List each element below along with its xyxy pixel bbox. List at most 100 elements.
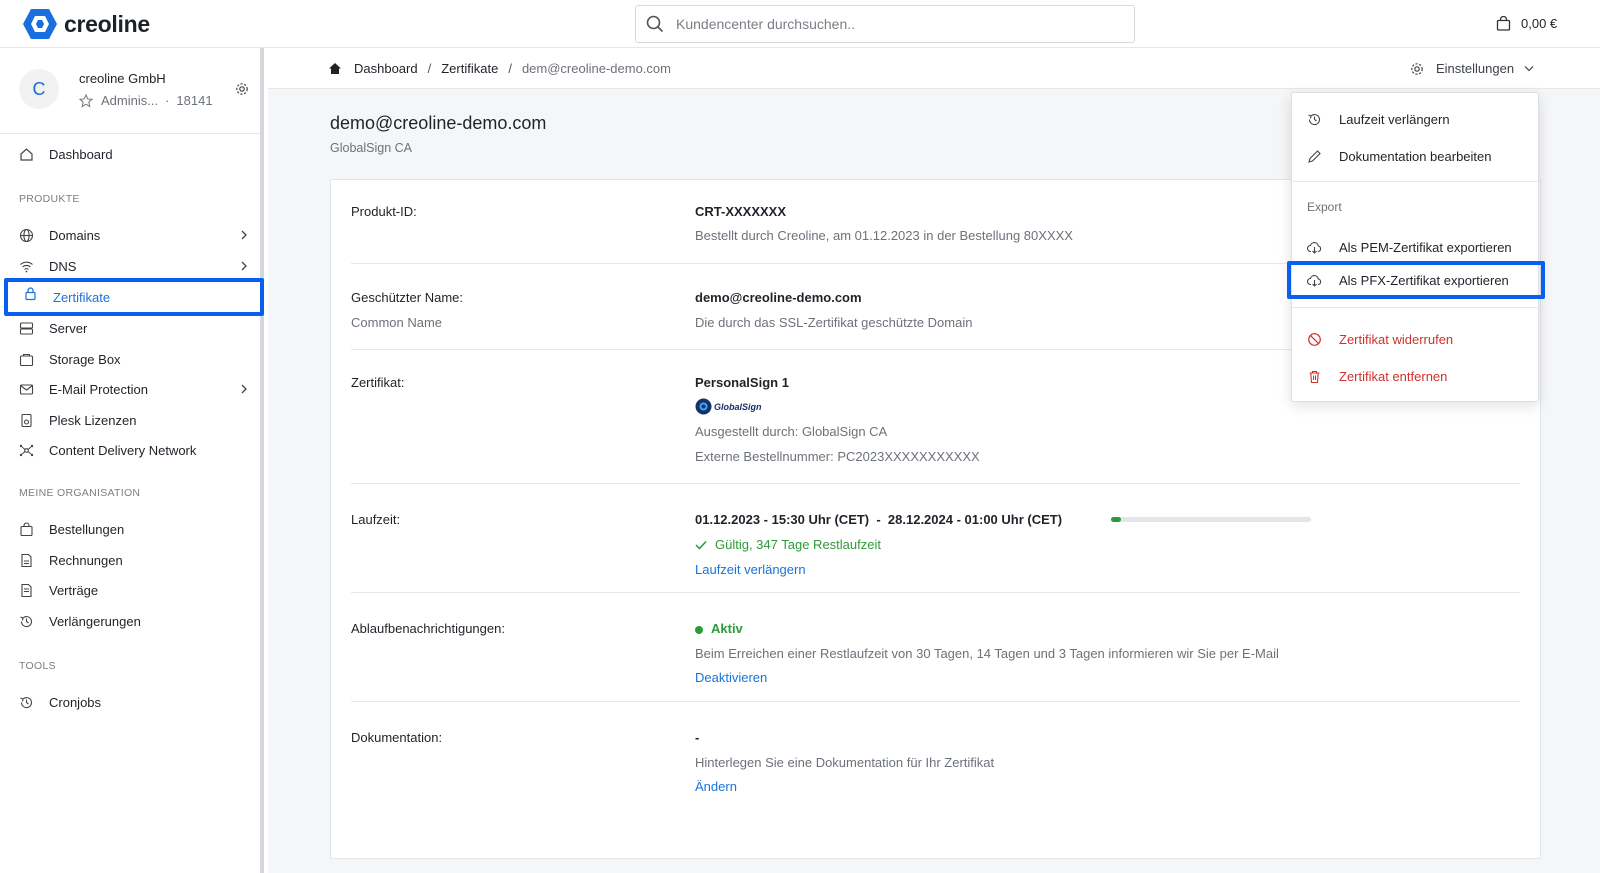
sidebar-item-label: Content Delivery Network — [49, 442, 197, 458]
organization-role: Adminis... — [101, 93, 159, 108]
sidebar-item-label: Bestellungen — [49, 521, 125, 537]
product-id-label: Produkt-ID: — [351, 204, 417, 219]
organization-number: 18141 — [176, 93, 213, 108]
sidebar-item-domains[interactable]: Domains — [0, 220, 260, 250]
breadcrumb-dashboard[interactable]: Dashboard — [354, 61, 418, 76]
ordered-by-text: Bestellt durch Creoline, am 01.12.2023 i… — [695, 228, 1073, 243]
sidebar-item-verlaengerungen[interactable]: Verlängerungen — [0, 606, 260, 636]
documentation-desc: Hinterlegen Sie eine Dokumentation für I… — [695, 755, 995, 770]
sidebar-item-label: E-Mail Protection — [49, 381, 148, 397]
sidebar-item-label: Zertifikate — [53, 289, 111, 305]
menu-item-export-pfx[interactable]: Als PFX-Zertifikat exportieren — [1287, 261, 1545, 299]
runtime-progress-bar — [1111, 517, 1311, 522]
chevron-down-icon — [1524, 66, 1534, 72]
organization-card: C creoline GmbH Adminis... · 18141 — [0, 48, 260, 134]
menu-item-label: Zertifikat entfernen — [1339, 368, 1448, 384]
top-bar: creoline 0,00 € — [0, 0, 1600, 48]
invoice-icon — [21, 553, 32, 568]
sidebar-item-vertraege[interactable]: Verträge — [0, 575, 260, 605]
sidebar-item-zertifikate[interactable]: Zertifikate — [4, 278, 264, 316]
expiry-deactivate-link[interactable]: Deaktivieren — [695, 670, 767, 685]
runtime-progress-fill — [1111, 517, 1121, 522]
status-dot — [695, 625, 703, 634]
settings-dropdown-button[interactable]: Einstellungen — [1410, 61, 1534, 76]
check-icon — [695, 540, 707, 550]
sidebar-item-server[interactable]: Server — [0, 313, 260, 343]
contract-icon — [21, 583, 32, 598]
sidebar-item-dashboard[interactable]: Dashboard — [0, 139, 260, 169]
breadcrumb: Dashboard / Zertifikate / dem@creoline-d… — [328, 61, 671, 76]
breadcrumb-separator: / — [427, 61, 432, 76]
sidebar-item-cronjobs[interactable]: Cronjobs — [0, 687, 260, 717]
sidebar-item-cdn[interactable]: Content Delivery Network — [0, 435, 260, 465]
chevron-right-icon — [241, 230, 247, 240]
menu-item-edit-documentation[interactable]: Dokumentation bearbeiten — [1292, 141, 1540, 171]
expiry-desc: Beim Erreichen einer Restlaufzeit von 30… — [695, 646, 1279, 661]
cloud-download-icon — [1307, 275, 1322, 287]
protected-name-label: Geschützter Name: — [351, 290, 463, 305]
documentation-edit-link[interactable]: Ändern — [695, 779, 737, 794]
gear-icon[interactable] — [235, 82, 249, 96]
expiry-status-text: Aktiv — [711, 621, 743, 636]
menu-item-label: Als PFX-Zertifikat exportieren — [1339, 272, 1509, 288]
menu-item-revoke-certificate[interactable]: Zertifikat widerrufen — [1292, 324, 1540, 354]
menu-item-export-pem[interactable]: Als PEM-Zertifikat exportieren — [1292, 232, 1540, 262]
globalsign-logo-icon — [695, 398, 712, 415]
menu-divider — [1292, 307, 1540, 308]
home-icon[interactable] — [328, 62, 342, 75]
ban-icon — [1308, 333, 1321, 346]
sidebar-item-storage-box[interactable]: Storage Box — [0, 344, 260, 374]
runtime-extend-link[interactable]: Laufzeit verlängern — [695, 562, 806, 577]
cart-button[interactable]: 0,00 € — [1496, 16, 1557, 31]
sidebar-item-label: Server — [49, 320, 88, 336]
sidebar-item-label: Verlängerungen — [49, 613, 141, 629]
settings-label: Einstellungen — [1436, 61, 1515, 76]
expiry-label: Ablaufbenachrichtigungen: — [351, 621, 505, 636]
lock-icon — [25, 287, 36, 301]
sidebar-item-rechnungen[interactable]: Rechnungen — [0, 545, 260, 575]
sidebar-item-plesk-lizenzen[interactable]: Plesk Lizenzen — [0, 405, 260, 435]
sidebar-item-label: Cronjobs — [49, 694, 102, 710]
pencil-icon — [1308, 150, 1321, 163]
search-icon — [646, 15, 664, 33]
breadcrumb-zertifikate[interactable]: Zertifikate — [441, 61, 498, 76]
breadcrumb-bar: Dashboard / Zertifikate / dem@creoline-d… — [268, 48, 1600, 89]
sidebar-item-bestellungen[interactable]: Bestellungen — [0, 514, 260, 544]
menu-item-label: Zertifikat widerrufen — [1339, 331, 1454, 347]
brand-name: creoline — [64, 10, 150, 37]
menu-divider — [1292, 181, 1540, 182]
sidebar-item-label: Verträge — [49, 582, 99, 598]
certificate-label: Zertifikat: — [351, 375, 405, 390]
sidebar-item-label: Rechnungen — [49, 552, 123, 568]
certificate-name: PersonalSign 1 — [695, 375, 789, 390]
runtime-label: Laufzeit: — [351, 512, 401, 527]
search-input[interactable] — [676, 16, 1116, 32]
sidebar-item-label: DNS — [49, 258, 77, 274]
sidebar-item-label: Plesk Lizenzen — [49, 412, 137, 428]
breadcrumb-separator: / — [508, 61, 512, 76]
row-documentation: Dokumentation: - Hinterlegen Sie eine Do… — [351, 702, 1520, 822]
search-bar[interactable] — [635, 5, 1135, 43]
creoline-logo-icon — [23, 9, 57, 39]
protected-name-value: demo@creoline-demo.com — [695, 290, 862, 305]
history-icon — [1308, 114, 1320, 126]
sidebar-item-email-protection[interactable]: E-Mail Protection — [0, 374, 260, 404]
sidebar-item-label: Domains — [49, 227, 101, 243]
box-icon — [19, 353, 34, 367]
avatar: C — [19, 69, 59, 109]
page-subtitle: GlobalSign CA — [330, 141, 412, 155]
chevron-right-icon — [241, 261, 247, 271]
page-title: demo@creoline-demo.com — [330, 113, 547, 133]
sidebar-item-label: Storage Box — [49, 351, 121, 367]
brand-logo[interactable]: creoline — [22, 8, 150, 40]
globe-icon — [19, 228, 34, 243]
sidebar-item-dns[interactable]: DNS — [0, 251, 260, 281]
common-name-label: Common Name — [351, 315, 443, 330]
menu-item-remove-certificate[interactable]: Zertifikat entfernen — [1292, 361, 1540, 391]
menu-item-extend-runtime[interactable]: Laufzeit verlängern — [1292, 104, 1540, 134]
chevron-right-icon — [241, 384, 247, 394]
breadcrumb-current: dem@creoline-demo.com — [521, 61, 671, 76]
bag-icon — [20, 522, 33, 537]
star-icon[interactable] — [79, 93, 93, 108]
organization-meta: Adminis... · 18141 — [79, 93, 213, 108]
